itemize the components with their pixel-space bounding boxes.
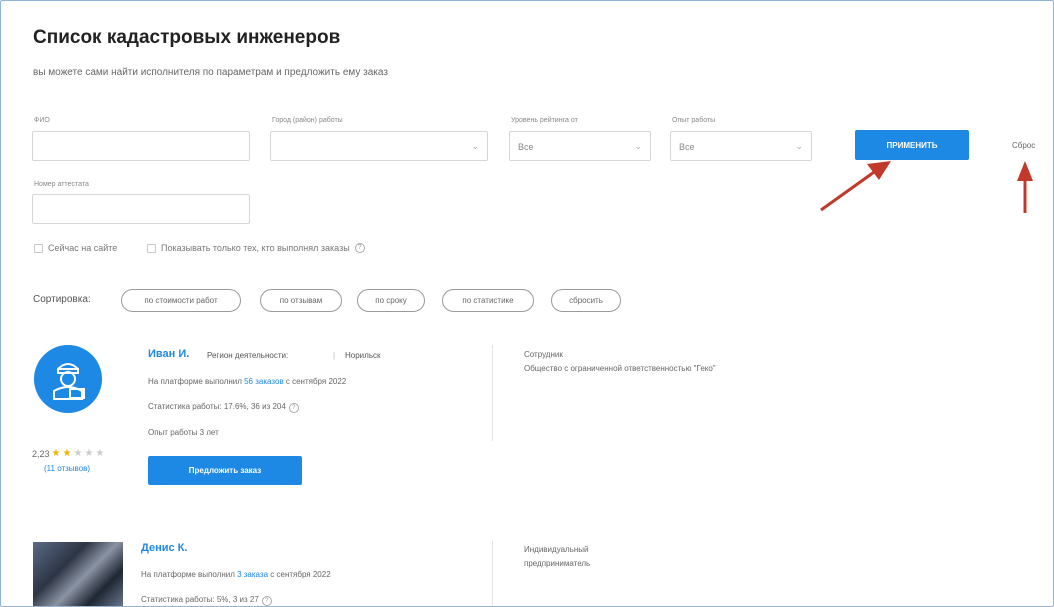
annotation-arrows — [820, 161, 1033, 213]
page-frame: Список кадастровых инженеров вы можете с… — [0, 0, 1054, 607]
arrow-to-apply-icon — [820, 168, 878, 212]
arrowhead-icon — [1017, 161, 1033, 181]
arrowhead-icon — [867, 161, 891, 180]
